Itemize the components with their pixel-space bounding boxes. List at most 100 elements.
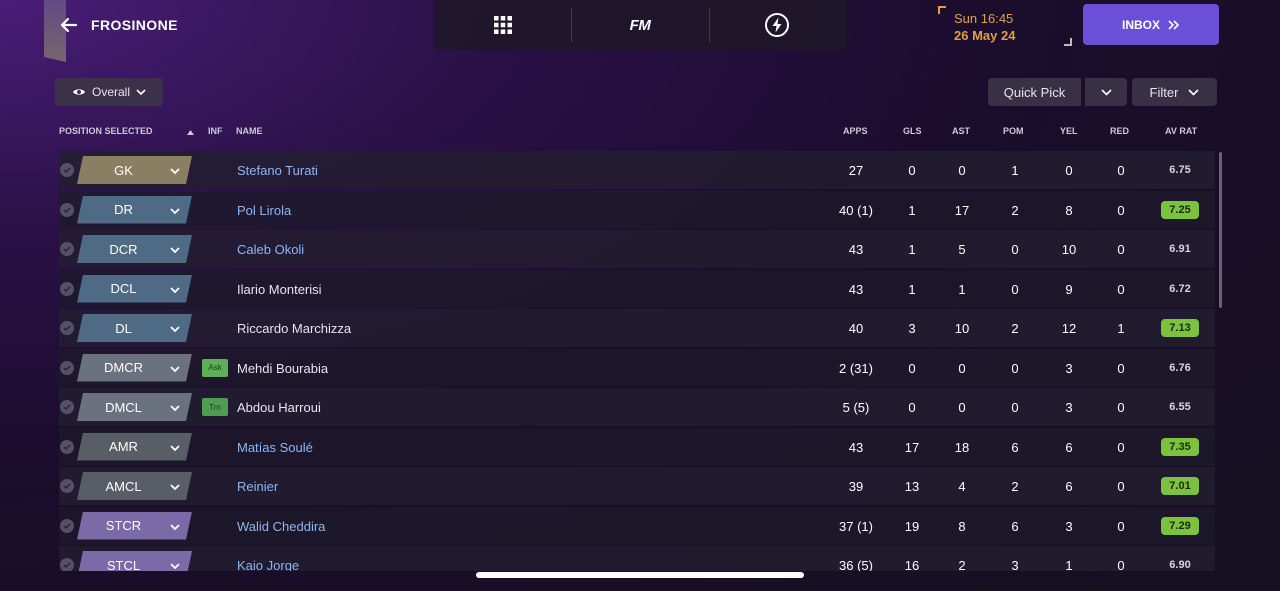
player-name-link[interactable]: Ilario Monterisi <box>237 282 322 297</box>
player-name-link[interactable]: Kaio Jorge <box>237 558 299 571</box>
back-button[interactable] <box>56 12 82 38</box>
quick-actions-button[interactable] <box>708 0 846 50</box>
select-checkbox[interactable] <box>60 439 74 454</box>
select-checkbox[interactable] <box>60 202 74 217</box>
view-selector-dropdown[interactable]: Overall <box>55 78 163 106</box>
player-name-link[interactable]: Caleb Okoli <box>237 242 304 257</box>
column-ast[interactable]: AST <box>952 126 970 136</box>
inbox-button[interactable]: INBOX <box>1083 4 1219 45</box>
chevron-down-icon <box>170 441 180 459</box>
position-label: GK <box>114 162 133 178</box>
player-name-link[interactable]: Walid Cheddira <box>237 519 325 534</box>
select-checkbox[interactable] <box>60 558 74 571</box>
game-date-continue[interactable]: Sun 16:45 26 May 24 <box>938 6 1072 46</box>
column-name[interactable]: NAME <box>236 126 263 136</box>
column-inf[interactable]: INF <box>208 126 223 136</box>
average-rating: 7.25 <box>1161 200 1199 219</box>
position-dropdown[interactable]: AMR <box>77 433 192 461</box>
info-badge[interactable]: Trn <box>202 398 228 416</box>
position-dropdown[interactable]: DR <box>77 196 192 224</box>
player-name-link[interactable]: Pol Lirola <box>237 203 291 218</box>
stat-ast: 0 <box>958 360 966 376</box>
chevron-down-icon <box>170 322 180 340</box>
player-name-link[interactable]: Matías Soulé <box>237 440 313 455</box>
filter-button[interactable]: Filter <box>1132 78 1217 106</box>
table-row[interactable]: AMR Matías Soulé 43 17 18 6 6 0 7.35 <box>59 427 1215 466</box>
table-scrollbar[interactable] <box>1219 152 1222 308</box>
player-name-link[interactable]: Stefano Turati <box>237 163 318 178</box>
info-badge[interactable]: Ask <box>202 358 228 377</box>
check-icon <box>63 206 71 213</box>
chevron-down-icon <box>170 480 180 498</box>
table-row[interactable]: DCL Ilario Monterisi 43 1 1 0 9 0 6.72 <box>59 269 1215 308</box>
stat-yel: 9 <box>1065 281 1073 297</box>
column-yel[interactable]: YEL <box>1060 126 1078 136</box>
sort-ascending-icon[interactable] <box>187 127 194 137</box>
column-apps[interactable]: APPS <box>843 126 868 136</box>
player-name-link[interactable]: Reinier <box>237 479 278 494</box>
position-dropdown[interactable]: GK <box>77 156 192 184</box>
column-position[interactable]: POSITION SELECTED <box>59 126 153 136</box>
select-checkbox[interactable] <box>60 360 74 375</box>
stat-red: 0 <box>1117 242 1125 257</box>
select-checkbox[interactable] <box>60 518 74 533</box>
table-row[interactable]: DCR Caleb Okoli 43 1 5 0 10 0 6.91 <box>59 230 1215 268</box>
table-row[interactable]: DL Riccardo Marchizza 40 3 10 2 12 1 7.13 <box>59 309 1215 347</box>
stat-pom: 2 <box>1011 202 1019 218</box>
table-row[interactable]: STCL Kaio Jorge 36 (5) 16 2 3 1 0 6.90 <box>59 546 1215 571</box>
select-checkbox[interactable] <box>60 321 74 335</box>
position-dropdown[interactable]: DMCR <box>77 354 192 382</box>
position-dropdown[interactable]: DMCL <box>77 393 192 421</box>
column-gls[interactable]: GLS <box>903 126 922 136</box>
average-rating: 6.90 <box>1169 559 1191 571</box>
stat-red: 0 <box>1117 479 1125 494</box>
menu-grid-button[interactable] <box>434 0 571 50</box>
select-checkbox[interactable] <box>60 281 74 296</box>
eye-icon <box>72 89 85 95</box>
stat-yel: 12 <box>1061 321 1077 336</box>
player-name-link[interactable]: Riccardo Marchizza <box>237 321 351 336</box>
chevron-down-icon <box>170 559 180 571</box>
player-name-link[interactable]: Mehdi Bourabia <box>237 361 328 376</box>
table-row[interactable]: STCR Walid Cheddira 37 (1) 19 8 6 3 0 7.29 <box>59 506 1215 545</box>
table-row[interactable]: DMCL Trn Abdou Harroui 5 (5) 0 0 0 3 0 6.55 <box>59 388 1215 426</box>
quick-pick-label: Quick Pick <box>1003 84 1066 100</box>
position-dropdown[interactable]: STCL <box>77 551 192 571</box>
select-checkbox[interactable] <box>60 163 74 177</box>
position-dropdown[interactable]: DCR <box>77 235 192 263</box>
quick-pick-dropdown[interactable] <box>1085 78 1127 106</box>
chevron-down-icon <box>170 204 180 222</box>
table-row[interactable]: DR Pol Lirola 40 (1) 1 17 2 8 0 7.25 <box>59 190 1215 229</box>
check-icon <box>63 246 71 252</box>
select-checkbox[interactable] <box>60 242 74 256</box>
table-row[interactable]: GK Stefano Turati 27 0 0 1 0 0 6.75 <box>59 151 1215 189</box>
quick-pick-button[interactable]: Quick Pick <box>988 78 1081 106</box>
home-indicator[interactable] <box>476 572 804 578</box>
fm-home-button[interactable]: FM <box>571 0 708 50</box>
column-av-rat[interactable]: AV RAT <box>1165 126 1197 136</box>
table-row[interactable]: AMCL Reinier 39 13 4 2 6 0 7.01 <box>59 467 1215 505</box>
position-dropdown[interactable]: DCL <box>77 275 192 303</box>
stat-pom: 0 <box>1011 242 1019 257</box>
stat-ast: 5 <box>958 242 966 257</box>
select-checkbox[interactable] <box>60 479 74 493</box>
position-dropdown[interactable]: STCR <box>77 512 192 540</box>
select-checkbox[interactable] <box>60 400 74 414</box>
date-corner-bottom <box>1064 38 1072 46</box>
stat-red: 0 <box>1117 439 1125 455</box>
stat-red: 0 <box>1117 281 1125 297</box>
chevron-down-icon <box>170 283 180 301</box>
squad-table: GK Stefano Turati 27 0 0 1 0 0 6.75 DR Pol Lirola 4… <box>59 151 1215 571</box>
column-red[interactable]: RED <box>1110 126 1129 136</box>
stat-ast: 4 <box>958 479 966 494</box>
player-name-link[interactable]: Abdou Harroui <box>237 400 321 415</box>
column-pom[interactable]: POM <box>1003 126 1024 136</box>
stat-pom: 2 <box>1011 479 1019 494</box>
check-icon <box>63 443 71 450</box>
position-dropdown[interactable]: DL <box>77 314 192 342</box>
check-icon <box>63 562 71 568</box>
check-icon <box>63 483 71 489</box>
lightning-circle-icon <box>765 13 790 37</box>
table-row[interactable]: DMCR Ask Mehdi Bourabia 2 (31) 0 0 0 3 0 6.76 <box>59 348 1215 387</box>
position-dropdown[interactable]: AMCL <box>77 472 192 500</box>
